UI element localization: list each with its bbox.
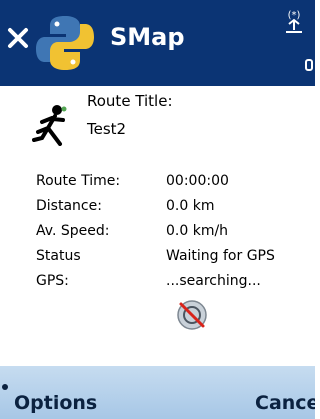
title-bar: SMap (*) <box>0 0 315 86</box>
python-logo-icon <box>36 16 94 70</box>
runner-icon <box>32 105 67 146</box>
menu-indicator-icon <box>2 384 8 390</box>
avg-speed-value: 0.0 km/h <box>166 223 229 239</box>
app-title: SMap <box>110 23 185 51</box>
distance-label: Distance: <box>36 198 102 214</box>
close-icon[interactable] <box>6 26 30 50</box>
edge-indicator-icon <box>305 59 313 71</box>
status-label: Status <box>36 248 81 264</box>
route-panel: Route Title: Test2 Route Time: 00:00:00 … <box>0 86 315 366</box>
route-title-label: Route Title: <box>87 92 173 110</box>
gps-label: GPS: <box>36 273 69 289</box>
softkey-bar: Options Cance <box>0 366 315 419</box>
options-softkey[interactable]: Options <box>14 392 97 414</box>
route-time-value: 00:00:00 <box>166 173 229 189</box>
cancel-softkey[interactable]: Cance <box>255 392 315 414</box>
avg-speed-label: Av. Speed: <box>36 223 110 239</box>
route-title-value: Test2 <box>87 120 127 138</box>
status-value: Waiting for GPS <box>166 248 275 264</box>
gps-off-icon <box>177 300 207 330</box>
bluetooth-icon: (*) <box>286 10 302 33</box>
gps-value: ...searching... <box>166 273 261 289</box>
distance-value: 0.0 km <box>166 198 215 214</box>
route-time-label: Route Time: <box>36 173 121 189</box>
